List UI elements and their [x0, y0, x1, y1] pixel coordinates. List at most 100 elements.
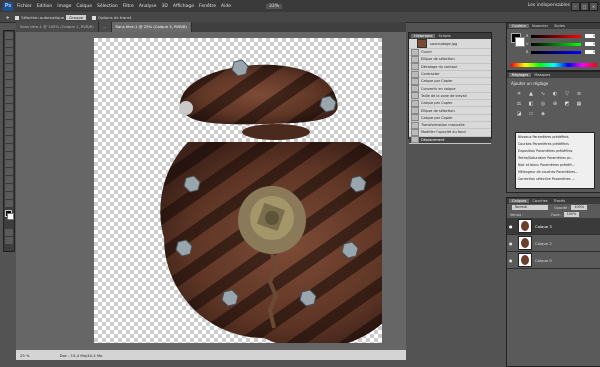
blur-tool-icon[interactable]	[5, 128, 13, 135]
tab-styles[interactable]: Styles	[551, 24, 568, 28]
history-item[interactable]: Convertir en calque	[409, 85, 491, 93]
zoom-level[interactable]: 25 %	[20, 353, 30, 358]
brightness-icon[interactable]: ☀	[515, 91, 523, 97]
vibrance-icon[interactable]: ▽	[563, 91, 571, 97]
history-item[interactable]: Calque par Copier	[409, 99, 491, 108]
layer-row[interactable]: ● Calque 0	[507, 252, 600, 269]
tab-channels[interactable]: Couches	[529, 199, 550, 203]
history-item[interactable]: Ellipse de sélection	[409, 55, 491, 64]
gradient-map-icon[interactable]: ▭	[527, 111, 535, 117]
maximize-button[interactable]: □	[580, 2, 589, 11]
gradient-tool-icon[interactable]	[5, 120, 13, 127]
menu-window[interactable]: Fenêtre	[199, 4, 216, 9]
visibility-eye-icon[interactable]: ●	[509, 258, 515, 263]
history-item[interactable]: Ellipse de sélection	[409, 107, 491, 115]
marquee-tool-icon[interactable]	[5, 40, 13, 47]
menu-edit[interactable]: Edition	[37, 4, 53, 9]
r-slider[interactable]	[531, 35, 581, 38]
layer-row[interactable]: ● Calque 3	[507, 218, 600, 235]
black-white-icon[interactable]: ◧	[527, 101, 535, 107]
g-slider[interactable]	[531, 43, 581, 46]
menu-analysis[interactable]: Analyse	[139, 4, 157, 9]
tab-layers[interactable]: Calques	[509, 199, 530, 203]
exposure-icon[interactable]: ◐	[551, 91, 559, 97]
tab-document-1[interactable]: Sans titre-1 @ 100% (Calque 1, RVB/8)	[16, 22, 99, 32]
3d-orbit-tool-icon[interactable]	[5, 184, 13, 191]
opacity-input[interactable]: 100%	[571, 205, 588, 210]
g-value[interactable]: 0	[585, 42, 595, 46]
posterize-icon[interactable]: ▦	[575, 101, 583, 107]
hue-saturation-icon[interactable]: ≡	[575, 91, 583, 97]
type-tool-icon[interactable]	[5, 152, 13, 159]
history-item[interactable]: Taille de la zone de travail	[409, 92, 491, 101]
healing-tool-icon[interactable]	[5, 80, 13, 87]
color-spectrum[interactable]	[511, 63, 597, 67]
transform-option[interactable]: Options de transf.	[92, 15, 132, 20]
menu-select[interactable]: Sélection	[97, 4, 118, 9]
color-swatches[interactable]	[4, 208, 14, 228]
auto-select-option[interactable]: Sélection automatique Groupe	[15, 14, 87, 20]
group-select[interactable]: Groupe	[66, 14, 87, 20]
preset-item[interactable]: Mélangeur de couches Paramètres...	[516, 168, 594, 175]
curves-icon[interactable]: ∿	[539, 91, 547, 97]
preset-item[interactable]: Correction sélective Paramètres ...	[516, 175, 594, 182]
history-item[interactable]: Contracter	[409, 70, 491, 79]
photo-filter-icon[interactable]: ◎	[539, 101, 547, 107]
menu-file[interactable]: Fichier	[17, 4, 32, 9]
tab-document-3[interactable]: Sans titre-1 @ 25% (Calque 3, RVB/8)	[111, 22, 192, 32]
close-button[interactable]: ×	[589, 2, 598, 11]
eraser-tool-icon[interactable]	[5, 112, 13, 119]
color-balance-icon[interactable]: ⚖	[515, 101, 523, 107]
menu-help[interactable]: Aide	[221, 4, 231, 9]
panel-background-swatch[interactable]	[515, 37, 525, 47]
eyedropper-tool-icon[interactable]	[5, 72, 13, 79]
fill-input[interactable]: 100%	[563, 212, 580, 217]
history-item[interactable]: Calque par Copier	[409, 77, 491, 86]
preset-item[interactable]: Courbes Paramètres prédéfinis	[516, 140, 594, 147]
crop-tool-icon[interactable]	[5, 64, 13, 71]
threshold-icon[interactable]: ◪	[515, 111, 523, 117]
history-item[interactable]: Ouvrir	[409, 48, 491, 57]
shape-tool-icon[interactable]	[5, 168, 13, 175]
b-value[interactable]: 0	[585, 50, 595, 54]
quick-mask-icon[interactable]	[5, 229, 13, 236]
tab-paths[interactable]: Tracés	[551, 199, 568, 203]
history-item[interactable]: Décalage du contour	[409, 63, 491, 71]
visibility-eye-icon[interactable]: ●	[509, 224, 515, 229]
photoshop-logo[interactable]: Ps	[3, 1, 13, 11]
background-color[interactable]	[7, 213, 14, 220]
visibility-eye-icon[interactable]: ●	[509, 241, 515, 246]
auto-select-checkbox[interactable]	[15, 15, 20, 20]
brush-tool-icon[interactable]	[5, 88, 13, 95]
b-slider[interactable]	[531, 51, 581, 54]
workspace-switcher[interactable]: Les indispensables	[528, 3, 570, 8]
path-select-tool-icon[interactable]	[5, 160, 13, 167]
screen-mode-icon[interactable]	[5, 237, 13, 244]
history-snapshot[interactable]: souroudage.jpg	[409, 39, 491, 49]
quick-select-tool-icon[interactable]	[5, 56, 13, 63]
canvas-area[interactable]	[16, 32, 422, 350]
zoom-tool-icon[interactable]	[5, 200, 13, 207]
history-brush-tool-icon[interactable]	[5, 104, 13, 111]
tab-history[interactable]: Historique	[411, 34, 436, 38]
selective-color-icon[interactable]: ◈	[539, 111, 547, 117]
history-item-active[interactable]: Déplacement	[409, 136, 491, 144]
tab-swatches[interactable]: Nuancier	[529, 24, 551, 28]
preset-item[interactable]: Teinte/Saturation Paramètres pr...	[516, 154, 594, 161]
tab-masks[interactable]: Masques	[531, 73, 553, 77]
hand-tool-icon[interactable]	[5, 192, 13, 199]
menu-layer[interactable]: Calque	[76, 4, 92, 9]
stamp-tool-icon[interactable]	[5, 96, 13, 103]
menu-view[interactable]: Affichage	[173, 4, 194, 9]
invert-icon[interactable]: ◩	[563, 101, 571, 107]
tab-adjustments[interactable]: Réglages	[509, 73, 532, 77]
preset-item[interactable]: Noir et blanc Paramètres prédéfi...	[516, 161, 594, 168]
adjustment-presets-list[interactable]: Niveaux Paramètres prédéfinis Courbes Pa…	[515, 132, 595, 189]
move-tool-icon[interactable]	[5, 32, 13, 39]
channel-mixer-icon[interactable]: ⊕	[551, 101, 559, 107]
history-item[interactable]: Calque par Copier	[409, 114, 491, 122]
zoom-menu[interactable]: 33%	[266, 3, 283, 9]
3d-rotate-tool-icon[interactable]	[5, 176, 13, 183]
r-value[interactable]: 0	[585, 34, 595, 38]
tab-document-2[interactable]: …	[98, 22, 112, 32]
